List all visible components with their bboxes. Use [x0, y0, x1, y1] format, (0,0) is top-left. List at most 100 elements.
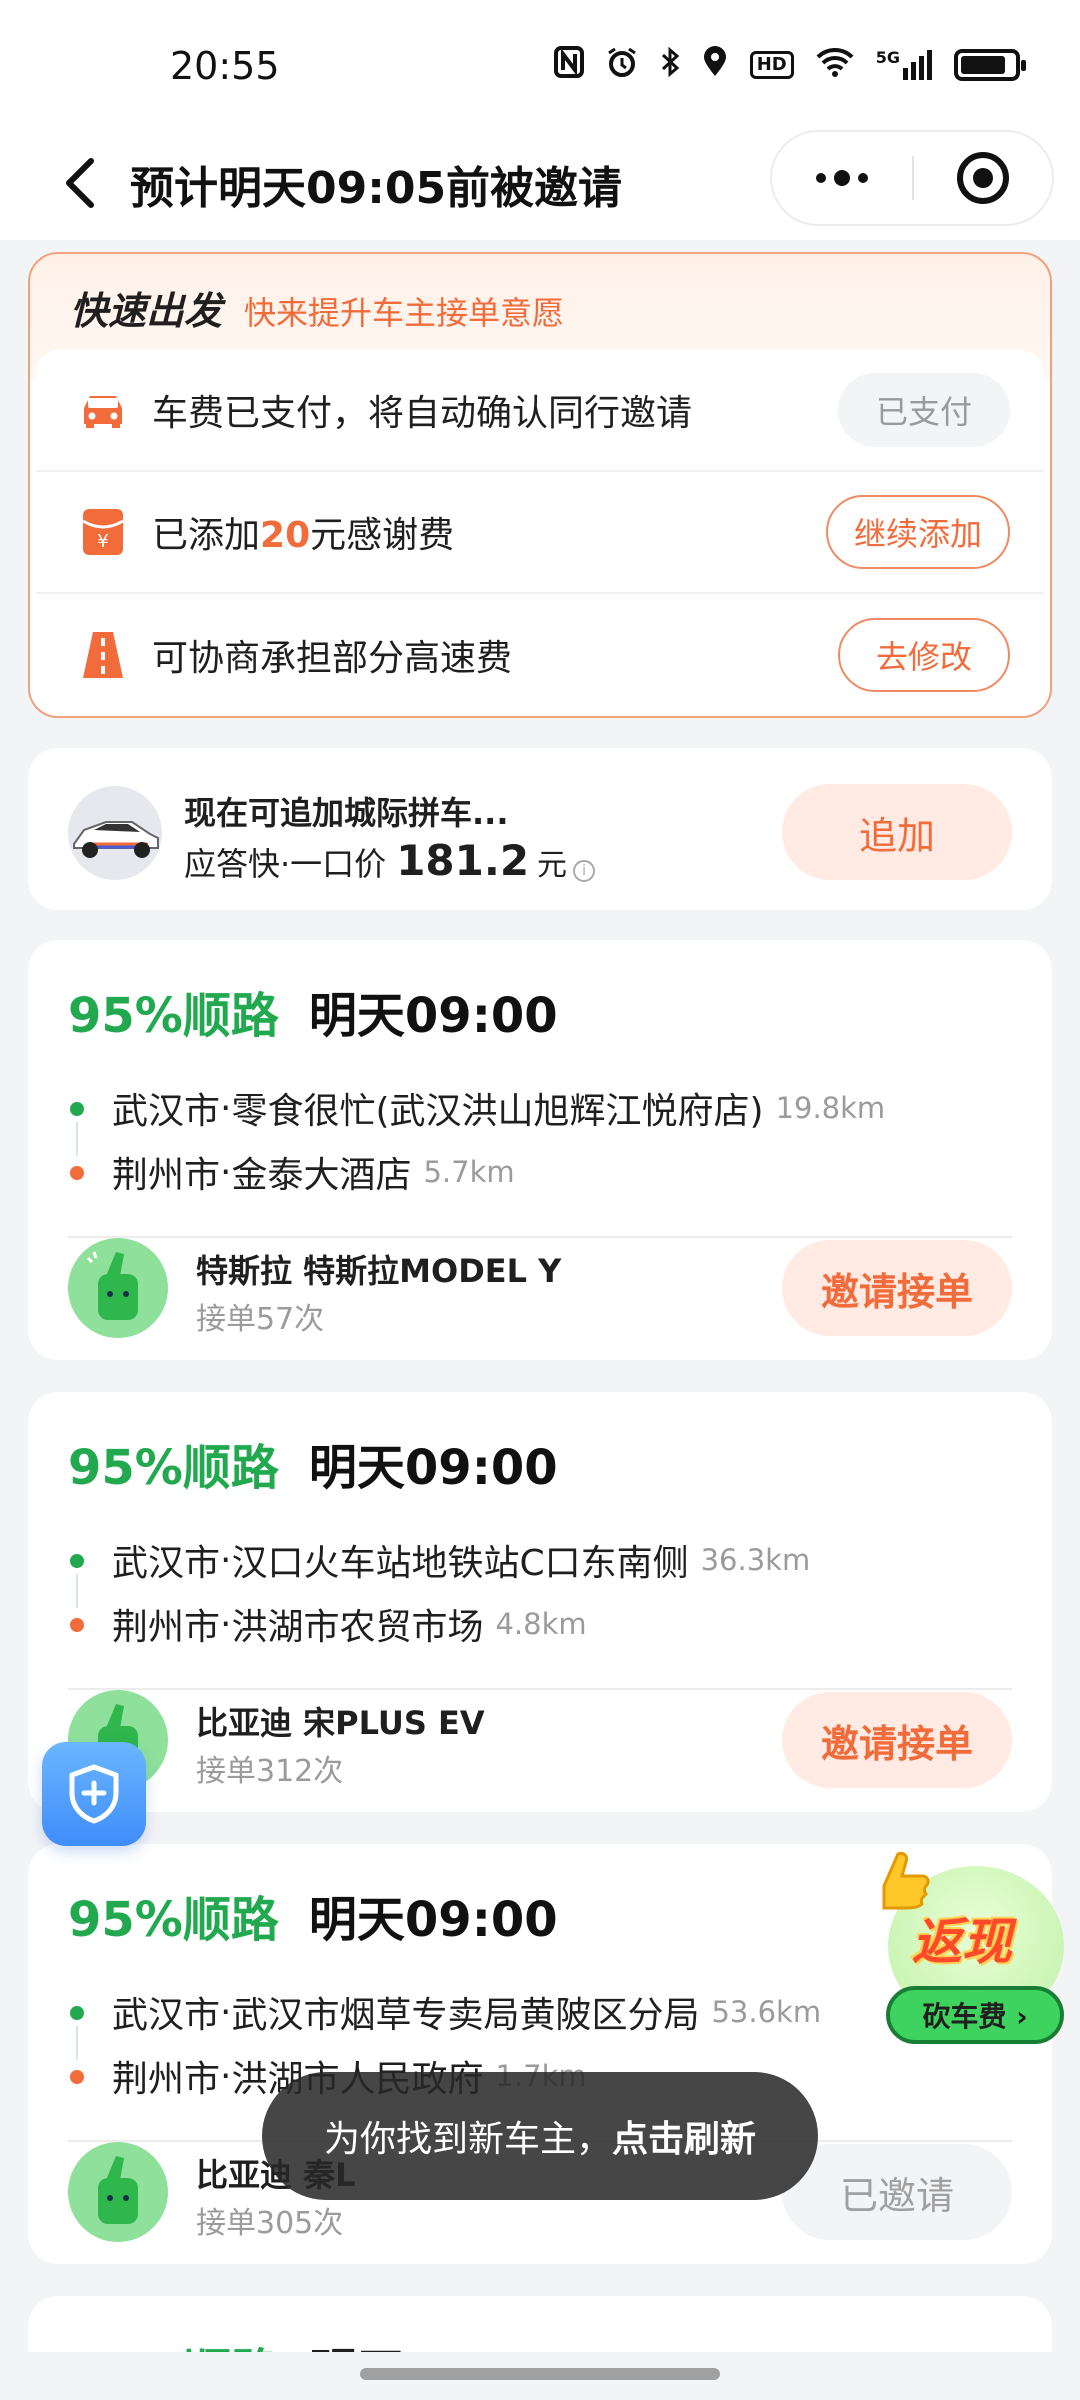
end-city: 荆州市 [112, 2059, 221, 2100]
depart-time: 明天09:00 [308, 1440, 558, 1496]
chevron-left-icon [66, 158, 94, 208]
start-dot-icon [70, 1102, 84, 1116]
home-indicator[interactable] [360, 2368, 720, 2380]
start-place: 武汉市烟草专卖局黄陂区分局 [231, 1995, 700, 2036]
driver-card-header: 95%顺路 明天09:00 [68, 976, 558, 1046]
refresh-toast[interactable]: 为你找到新车主， 点击刷新 [262, 2072, 818, 2200]
5g-signal-icon: 5G [876, 50, 932, 80]
thanks-fee-text: 已添加20元感谢费 [152, 506, 826, 558]
route-start: 武汉市 · 零食很忙(武汉洪山旭辉江悦府店) 19.8km [68, 1076, 1012, 1140]
start-city: 武汉市 [112, 1995, 221, 2036]
avatar [68, 2142, 168, 2242]
divider [68, 1688, 1012, 1690]
quick-depart-card: 快速出发 快来提升车主接单意愿 车费已支付，将自动确认同行邀请 已支付 ¥ 已添… [28, 252, 1052, 718]
car-model: 特斯拉 特斯拉MODEL Y [196, 1252, 562, 1290]
location-icon [702, 46, 728, 84]
route-end: 荆州市 · 洪湖市农贸市场 4.8km [68, 1592, 1012, 1656]
alarm-icon [606, 46, 638, 84]
page-title: 预计明天09:05前被邀请 [130, 163, 623, 214]
end-dot-icon [70, 1166, 84, 1180]
highway-fee-row: 可协商承担部分高速费 去修改 [36, 594, 1044, 716]
end-dot-icon [70, 1618, 84, 1632]
intercity-price: 181.2 [396, 836, 530, 885]
intercity-carpool-card: 现在可追加城际拼车... 应答快·一口价 181.2 元 i 追加 [28, 748, 1052, 910]
target-icon [957, 152, 1009, 204]
driver-card[interactable]: 95%顺路 明天09:00 武汉市 · 汉口火车站地铁站C口东南侧 36.3km 荆… [28, 1392, 1052, 1812]
battery-icon [954, 49, 1026, 81]
match-rate: 95%顺路 [68, 988, 279, 1044]
driver-card[interactable]: 95%顺路 明天09:00 武汉市 · 零食很忙(武汉洪山旭辉江悦府店) 19.8k… [28, 940, 1052, 1360]
shield-icon [69, 1764, 119, 1824]
more-button[interactable] [772, 132, 912, 224]
end-place: 洪湖市农贸市场 [231, 1607, 484, 1648]
driver-card-header: 95%顺路 明天09:00 [68, 1880, 558, 1950]
order-count: 接单312次 [196, 1754, 344, 1789]
quick-depart-header: 快速出发 快来提升车主接单意愿 [70, 280, 564, 335]
end-place: 金泰大酒店 [231, 1155, 412, 1196]
route-start: 武汉市 · 武汉市烟草专卖局黄陂区分局 53.6km [68, 1980, 1012, 2044]
start-dot-icon [70, 1554, 84, 1568]
status-bar: 20:55 HD 5G [0, 0, 1080, 130]
quick-depart-subtitle: 快来提升车主接单意愿 [244, 294, 565, 332]
highway-icon [76, 628, 130, 682]
end-city: 荆州市 [112, 1607, 221, 1648]
avatar [68, 1238, 168, 1338]
status-time: 20:55 [170, 44, 280, 88]
route-start: 武汉市 · 汉口火车站地铁站C口东南侧 36.3km [68, 1528, 1012, 1592]
svg-text:¥: ¥ [97, 531, 108, 552]
invite-button[interactable]: 邀请接单 [782, 1240, 1012, 1336]
end-distance: 5.7km [423, 1155, 515, 1189]
order-count: 接单305次 [196, 2206, 344, 2241]
car-image [68, 786, 162, 880]
toast-action[interactable]: 点击刷新 [612, 2110, 756, 2162]
depart-time: 明天09:00 [308, 1892, 558, 1948]
thanks-fee-amount: 20 [260, 515, 311, 556]
highway-fee-text: 可协商承担部分高速费 [152, 638, 513, 679]
cashback-title: 返现 [912, 1913, 1012, 1971]
route: 武汉市 · 零食很忙(武汉洪山旭辉江悦府店) 19.8km 荆州市 · 金泰大酒店 5.… [68, 1076, 1012, 1204]
append-button[interactable]: 追加 [782, 784, 1012, 880]
wifi-icon [816, 47, 854, 83]
close-miniprogram-button[interactable] [914, 132, 1052, 224]
start-city: 武汉市 [112, 1543, 221, 1584]
end-city: 荆州市 [112, 1155, 221, 1196]
cashback-tag: 砍车费 › [886, 1986, 1064, 2044]
thanks-fee-suffix: 元感谢费 [310, 515, 455, 556]
start-place: 汉口火车站地铁站C口东南侧 [231, 1543, 689, 1584]
end-distance: 4.8km [495, 1607, 587, 1641]
driver-card-header: 95%顺路 明天09:00 [68, 1428, 558, 1498]
continue-add-button[interactable]: 继续添加 [825, 495, 1010, 569]
route-end: 荆州市 · 金泰大酒店 5.7km [68, 1140, 1012, 1204]
quick-depart-list: 车费已支付，将自动确认同行邀请 已支付 ¥ 已添加20元感谢费 继续添加 可协商… [36, 350, 1044, 716]
more-dot-icon [816, 173, 826, 183]
start-distance: 53.6km [711, 1995, 822, 2029]
quick-depart-title: 快速出发 [70, 289, 223, 333]
back-button[interactable] [50, 148, 110, 218]
match-rate: 95%顺路 [68, 1440, 279, 1496]
invited-button[interactable]: 已邀请 [782, 2144, 1012, 2240]
modify-button[interactable]: 去修改 [838, 618, 1010, 692]
status-icons: HD 5G [553, 46, 1026, 84]
thanks-fee-prefix: 已添加 [152, 515, 261, 556]
more-dot-icon [834, 170, 850, 186]
paid-button[interactable]: 已支付 [838, 373, 1010, 447]
thanks-fee-row: ¥ 已添加20元感谢费 继续添加 [36, 472, 1044, 594]
start-dot-icon [70, 2006, 84, 2020]
payment-row: 车费已支付，将自动确认同行邀请 已支付 [36, 350, 1044, 472]
bluetooth-icon [660, 46, 680, 84]
intercity-price-line: 应答快·一口价 181.2 元 i [184, 836, 596, 885]
depart-time: 明天09:00 [308, 988, 558, 1044]
payment-text: 车费已支付，将自动确认同行邀请 [152, 393, 693, 434]
more-dot-icon [858, 173, 868, 183]
start-city: 武汉市 [112, 1091, 221, 1132]
toast-text: 为你找到新车主， [323, 2119, 612, 2160]
car-icon [76, 383, 130, 437]
safety-shield-button[interactable] [42, 1742, 146, 1846]
info-icon[interactable]: i [573, 860, 596, 882]
match-rate: 95%顺路 [68, 1892, 279, 1948]
cashback-badge[interactable]: 返现 砍车费 › [876, 1846, 1076, 2056]
nav-bar: 预计明天09:05前被邀请 [0, 130, 1080, 240]
order-count: 接单57次 [196, 1302, 325, 1337]
invite-button[interactable]: 邀请接单 [782, 1692, 1012, 1788]
car-model: 比亚迪 宋PLUS EV [196, 1704, 485, 1742]
